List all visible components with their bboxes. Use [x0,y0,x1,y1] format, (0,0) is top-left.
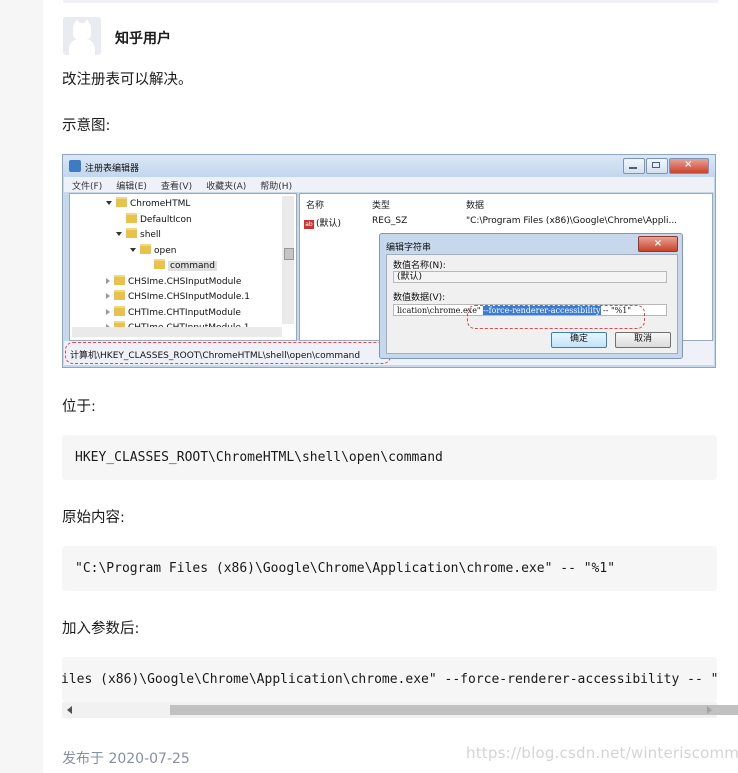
location-code: HKEY_CLASSES_ROOT\ChromeHTML\shell\open\… [75,450,443,465]
column-data: 数据 [466,201,485,211]
menu-help: 帮助(H) [260,182,293,192]
registry-editor-screenshot[interactable]: 注册表编辑器 × 文件(F) 编辑(E) 查看(V) 收藏夹(A) 帮助(H) … [62,154,716,368]
regedit-icon [69,160,81,172]
scrollbar-thumb[interactable] [170,705,738,715]
tree-item: ChromeHTML [106,197,190,209]
tree-horizontal-scrollbar [72,327,282,337]
diagram-label: 示意图: [62,118,111,134]
menu-favorites: 收藏夹(A) [206,182,247,192]
tree-item-selected: command [154,259,217,271]
original-code: "C:\Program Files (x86)\Google\Chrome\Ap… [75,561,616,576]
scroll-right-icon[interactable] [707,706,712,714]
maximize-icon [646,158,668,174]
close-icon: × [669,158,709,174]
avatar-body [69,39,95,55]
value-name-label: 数值名称(N): [393,261,446,271]
author-name[interactable]: 知乎用户 [115,28,171,48]
cancel-button: 取消 [615,332,671,348]
window-controls: × [622,158,709,174]
folder-icon [114,290,125,300]
edit-string-dialog: 编辑字符串 × 数值名称(N): (默认) 数值数据(V): lication\… [379,233,683,359]
column-type: 类型 [372,201,391,211]
folder-icon [126,228,137,238]
tree-item: CHSIme.CHSInputModule [106,275,241,287]
code-horizontal-scrollbar[interactable] [62,702,738,718]
tree-pane: ChromeHTML DefaultIcon shell open comman… [69,193,297,341]
modified-label: 加入参数后: [62,621,140,637]
author-avatar[interactable] [63,17,101,55]
folder-icon [126,213,137,223]
column-name: 名称 [306,201,325,211]
value-data-label: 数值数据(V): [393,293,446,303]
watermark: https://blog.csdn.net/winteriscomming [466,744,738,762]
ok-button: 确定 [551,332,607,348]
dialog-title: 编辑字符串 [386,243,432,253]
folder-icon [114,275,125,285]
modified-code-block[interactable]: iles (x86)\Google\Chrome\Application\chr… [62,657,717,702]
string-value-icon: ab [304,220,314,229]
tree-item: shell [116,228,161,240]
location-code-block: HKEY_CLASSES_ROOT\ChromeHTML\shell\open\… [62,435,717,480]
dialog-body: 数值名称(N): (默认) 数值数据(V): lication\chrome.e… [386,254,678,354]
tree-item: CHSIme.CHSInputModule.1 [106,290,250,302]
tree-item: CHTIme.CHTInputModule [106,306,241,318]
intro-text: 改注册表可以解决。 [62,72,193,88]
value-name: ab (默认) [304,219,342,229]
folder-icon [154,259,165,269]
menu-view: 查看(V) [160,182,193,192]
tree-vertical-scrollbar [282,196,294,324]
original-code-block: "C:\Program Files (x86)\Google\Chrome\Ap… [62,546,717,591]
dialog-close-icon: × [638,236,678,252]
folder-icon [140,244,151,254]
tree-item: DefaultIcon [126,213,192,225]
parameter-annotation [467,305,645,329]
window-title: 注册表编辑器 [85,164,140,174]
value-data: "C:\Program Files (x86)\Google\Chrome\Ap… [466,216,678,226]
location-label: 位于: [62,399,96,415]
menu-file: 文件(F) [72,182,103,192]
value-type: REG_SZ [372,216,408,226]
status-path-annotation [65,342,391,364]
modified-code: iles (x86)\Google\Chrome\Application\chr… [62,672,717,687]
minimize-icon [623,158,645,174]
tree-item: open [130,244,176,256]
folder-icon [114,306,125,316]
value-name-field: (默认) [393,271,667,283]
scroll-left-icon[interactable] [67,706,72,714]
menu-edit: 编辑(E) [116,182,147,192]
default-avatar-icon [73,23,91,39]
top-divider [63,0,718,3]
menu-bar: 文件(F) 编辑(E) 查看(V) 收藏夹(A) 帮助(H) [64,177,714,192]
window-titlebar: 注册表编辑器 × [63,155,715,177]
folder-icon [116,197,127,207]
publish-date[interactable]: 发布于 2020-07-25 [62,748,190,768]
original-label: 原始内容: [62,510,125,526]
